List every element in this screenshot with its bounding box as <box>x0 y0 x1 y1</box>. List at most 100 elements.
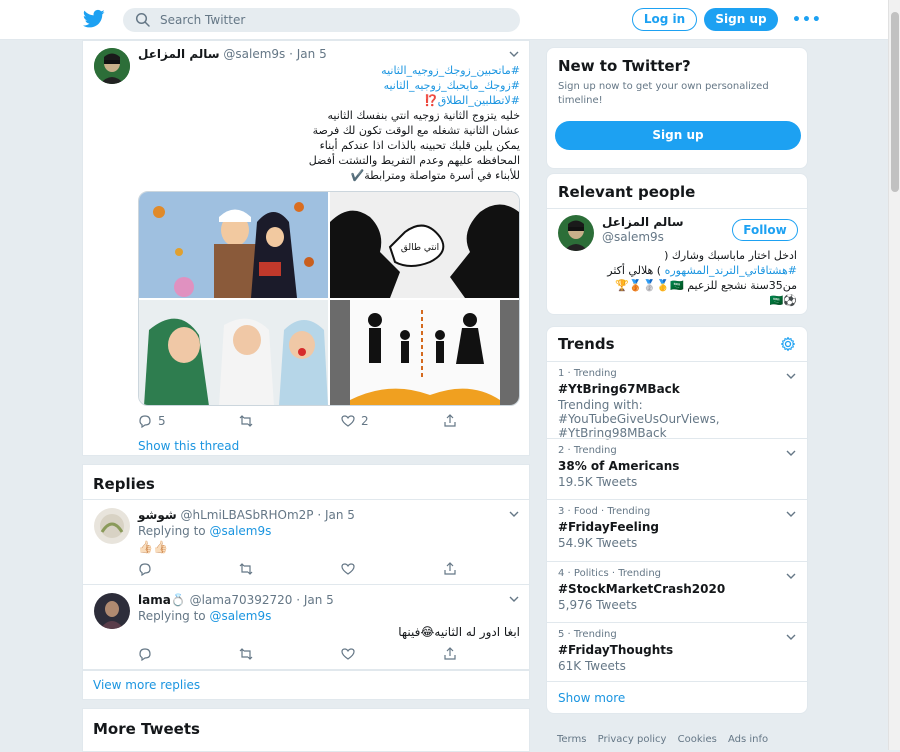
login-button[interactable]: Log in <box>632 8 697 31</box>
relevant-people-card: Relevant people سالم المزاعل @salem9s Fo… <box>546 173 808 315</box>
footer-terms-link[interactable]: Terms <box>557 734 586 745</box>
trend-title[interactable]: 38% of Americans <box>558 459 796 473</box>
like-action[interactable]: 2 <box>341 413 369 429</box>
author-name[interactable]: سالم المزاعل <box>138 47 220 61</box>
reply-author-name[interactable]: شوشو <box>138 508 177 522</box>
share-icon <box>444 647 456 660</box>
trend-title[interactable]: #FridayThoughts <box>558 643 796 657</box>
show-thread-link[interactable]: Show this thread <box>138 439 239 453</box>
chevron-down-icon[interactable] <box>785 370 797 382</box>
reply-author-handle[interactable]: @hLmiLBASbRHOm2P <box>180 508 313 522</box>
author-handle[interactable]: @salem9s <box>223 47 285 61</box>
avatar[interactable] <box>94 508 130 544</box>
hashtag-link[interactable]: #لاتطلبين_الطلاق⁉️ <box>228 93 520 108</box>
retweet-action[interactable] <box>239 561 253 577</box>
trend-item[interactable]: 3 · Food · Trending #FridayFeeling 54.9K… <box>547 499 807 561</box>
chevron-down-icon[interactable] <box>785 508 797 520</box>
footer-links: Terms Privacy policy Cookies Ads info <box>557 734 776 745</box>
avatar[interactable] <box>94 593 130 629</box>
footer-cookies-link[interactable]: Cookies <box>678 734 717 745</box>
signup-button[interactable]: Sign up <box>704 8 778 31</box>
reply-author-handle[interactable]: @lama70392720 <box>190 593 293 607</box>
main-column: سالم المزاعل @salem9s · Jan 5 #ماتحبين_ز… <box>82 40 530 752</box>
trend-title[interactable]: #YtBring67MBack <box>558 382 796 396</box>
tweet-date[interactable]: · Jan 5 <box>289 47 327 61</box>
reply-tweet[interactable]: شوشو @hLmiLBASbRHOm2P · Jan 5 Replying t… <box>82 499 530 585</box>
hashtag-link[interactable]: #هشتاقاتي_الترند_المشهوره <box>665 264 797 277</box>
replies-heading: Replies <box>82 464 530 500</box>
tweet-line: المحافظه عليهم وعدم التفريط والتشتت أفضل <box>308 154 520 167</box>
follow-button[interactable]: Follow <box>732 219 798 241</box>
reply-count: 5 <box>158 414 166 428</box>
footer-ads-info-link[interactable]: Ads info <box>728 734 768 745</box>
reply-actions <box>138 561 468 577</box>
trend-meta: 3 · Food · Trending <box>558 506 651 517</box>
trend-item[interactable]: 5 · Trending #FridayThoughts 61K Tweets <box>547 622 807 681</box>
more-options-icon[interactable]: ••• <box>792 12 821 28</box>
hashtag-link[interactable]: #زوجك_مايحبك_زوجيه_الثانيه <box>228 78 520 93</box>
replying-to-link[interactable]: @salem9s <box>209 524 271 538</box>
reply-tweet[interactable]: lama💍 @lama70392720 · Jan 5 Replying to … <box>82 584 530 670</box>
share-action[interactable] <box>443 413 457 429</box>
tweet-media-grid[interactable]: انتي طالق <box>138 191 520 406</box>
media-image-family-split[interactable] <box>330 300 519 405</box>
trend-subtitle: 61K Tweets <box>558 659 626 673</box>
chevron-down-icon[interactable] <box>785 631 797 643</box>
like-action[interactable] <box>341 561 355 577</box>
trend-item[interactable]: 2 · Trending 38% of Americans 19.5K Twee… <box>547 438 807 499</box>
search-box[interactable] <box>123 8 520 32</box>
chevron-down-icon[interactable] <box>508 48 520 60</box>
scrollbar-thumb[interactable] <box>891 12 899 192</box>
replying-to: Replying to @salem9s <box>138 524 271 538</box>
gear-icon[interactable] <box>780 336 796 352</box>
main-tweet[interactable]: سالم المزاعل @salem9s · Jan 5 #ماتحبين_ز… <box>82 40 530 456</box>
chevron-down-icon[interactable] <box>785 447 797 459</box>
chevron-down-icon[interactable] <box>785 570 797 582</box>
reply-header: lama💍 @lama70392720 · Jan 5 <box>138 593 334 607</box>
twitter-logo-icon[interactable] <box>83 9 105 29</box>
avatar[interactable] <box>94 48 130 84</box>
heart-icon <box>341 415 355 427</box>
reply-date[interactable]: · Jan 5 <box>296 593 334 607</box>
hashtag-link[interactable]: #ماتحبين_زوجك_زوجيه_الثانيه <box>228 63 520 78</box>
trend-item[interactable]: 4 · Politics · Trending #StockMarketCras… <box>547 561 807 622</box>
reply-author-name[interactable]: lama💍 <box>138 593 186 607</box>
person-handle[interactable]: @salem9s <box>602 230 664 244</box>
reply-action[interactable] <box>138 646 152 662</box>
like-count: 2 <box>361 414 369 428</box>
reply-action[interactable] <box>138 561 152 577</box>
new-to-twitter-title: New to Twitter? <box>558 57 691 75</box>
reply-action[interactable]: 5 <box>138 413 166 429</box>
trend-title[interactable]: #StockMarketCrash2020 <box>558 582 796 596</box>
scrollbar[interactable] <box>888 0 900 750</box>
reply-icon <box>139 563 151 576</box>
reply-actions <box>138 646 468 662</box>
view-more-replies-link[interactable]: View more replies <box>82 670 530 700</box>
search-input[interactable] <box>160 11 500 29</box>
media-image-family[interactable] <box>139 192 328 298</box>
trend-item[interactable]: 1 · Trending #YtBring67MBack Trending wi… <box>547 361 807 440</box>
bio-line: #هشتاقاتي_الترند_المشهوره ) هلالي أكثر <box>555 263 797 278</box>
share-action[interactable] <box>443 646 457 662</box>
retweet-icon <box>239 563 253 575</box>
show-more-trends-link[interactable]: Show more <box>547 681 807 714</box>
chevron-down-icon[interactable] <box>508 593 520 605</box>
tweet-line: للأبناء في أسرة متواصلة ومترابطة✔️ <box>350 169 521 182</box>
replying-to-link[interactable]: @salem9s <box>209 609 271 623</box>
sidebar-signup-button[interactable]: Sign up <box>555 121 801 150</box>
retweet-action[interactable] <box>239 646 253 662</box>
person-name[interactable]: سالم المزاعل <box>602 215 684 229</box>
share-action[interactable] <box>443 561 457 577</box>
avatar[interactable] <box>558 215 594 251</box>
trend-title[interactable]: #FridayFeeling <box>558 520 796 534</box>
bio-line: ⚽🇸🇦 <box>769 294 797 307</box>
media-image-caricature[interactable] <box>139 300 328 405</box>
like-action[interactable] <box>341 646 355 662</box>
media-image-divorce-silhouettes[interactable]: انتي طالق <box>330 192 519 298</box>
trend-subtitle: Trending with: #YouTubeGiveUsOurViews, #… <box>558 398 720 440</box>
chevron-down-icon[interactable] <box>508 508 520 520</box>
reply-date[interactable]: · Jan 5 <box>317 508 355 522</box>
retweet-action[interactable] <box>239 413 259 429</box>
footer-privacy-link[interactable]: Privacy policy <box>598 734 667 745</box>
bio-line: ادخل اختار ماباسبك وشارك ( <box>664 249 797 262</box>
